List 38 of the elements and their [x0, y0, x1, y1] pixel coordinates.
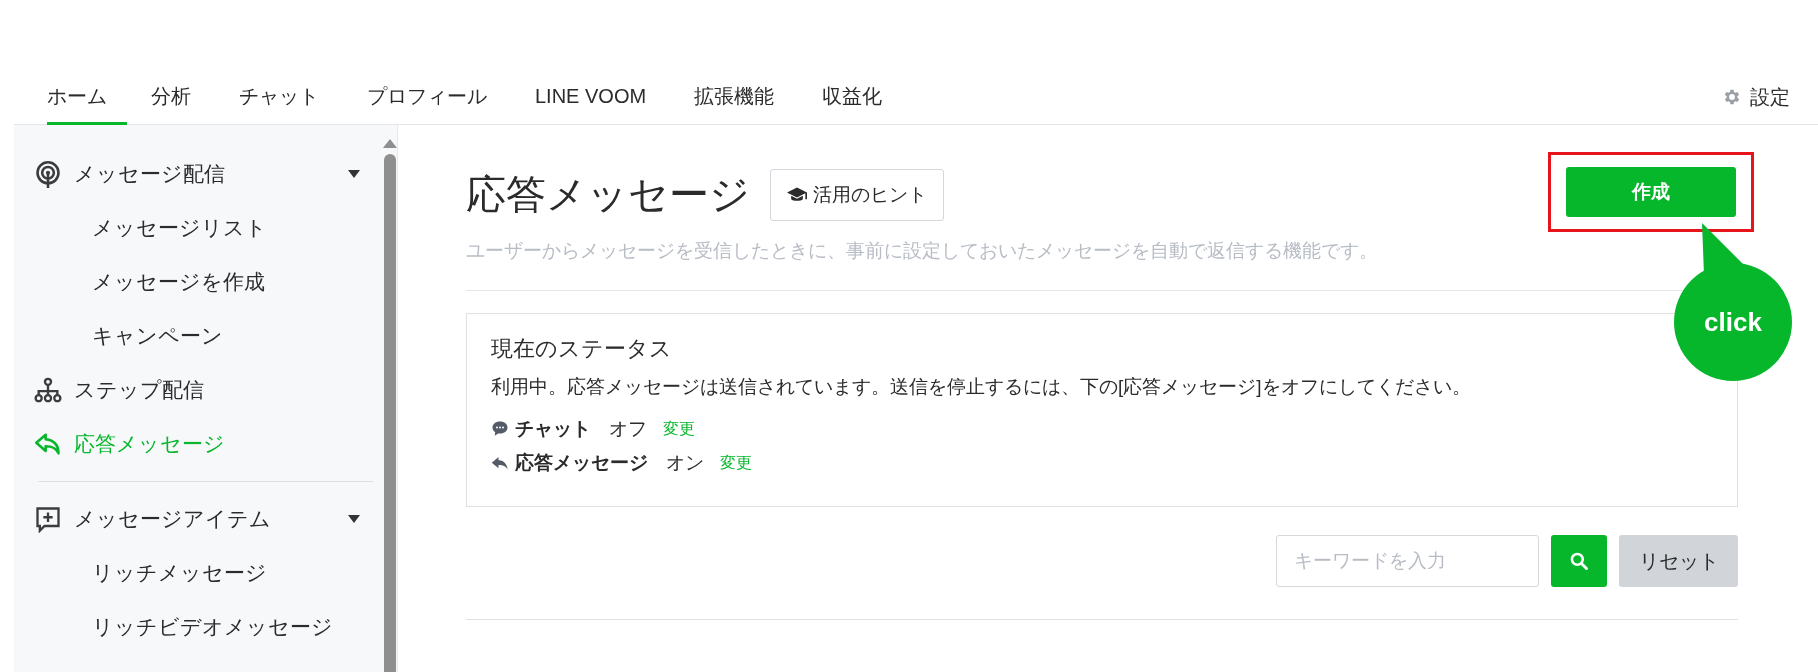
add-message-icon [34, 505, 62, 533]
status-label: チャット [515, 417, 591, 441]
status-text: 利用中。応答メッセージは送信されています。送信を停止するには、下の[応答メッセージ]をオフにしてください。 [491, 375, 1472, 399]
scroll-up-icon [383, 139, 397, 148]
reset-button[interactable]: リセット [1619, 535, 1738, 587]
nav-tab[interactable]: 分析 [127, 70, 215, 125]
nav-tab[interactable]: プロフィール [343, 70, 511, 125]
sidebar-item[interactable]: メッセージ配信 [34, 147, 383, 201]
sidebar-item[interactable]: ステップ配信 [34, 363, 383, 417]
sidebar-subitem[interactable]: リッチビデオメッセージ [34, 600, 383, 654]
sidebar-subitem[interactable]: キャンペーン [34, 309, 383, 363]
nav-tab[interactable]: 拡張機能 [670, 70, 799, 125]
sidebar-subitem[interactable]: メッセージを作成 [34, 255, 383, 309]
status-value: オン [666, 451, 704, 475]
keyword-field[interactable]: キーワードを入力 [1276, 535, 1539, 587]
status-value: オフ [609, 417, 647, 441]
nav-tab[interactable]: チャット [215, 70, 343, 125]
sidebar-subitem[interactable]: リッチメッセージ [34, 546, 383, 600]
click-callout: click [1674, 263, 1792, 381]
sidebar-subitem[interactable]: メッセージリスト [34, 201, 383, 255]
nav-tab[interactable]: LINE VOOM [511, 70, 671, 125]
search-icon [1569, 551, 1589, 571]
sidebar-item[interactable]: メッセージアイテム [34, 492, 383, 546]
scrollbar-thumb[interactable] [384, 154, 396, 672]
broadcast-icon [34, 160, 62, 188]
status-title: 現在のステータス [491, 335, 673, 363]
page-description: ユーザーからメッセージを受信したときに、事前に設定しておいたメッセージを自動で返信する機能です。 [466, 239, 1379, 263]
page-title: 応答メッセージ [466, 171, 750, 218]
status-label: 応答メッセージ [515, 451, 648, 475]
chat-bubble-icon [491, 420, 509, 438]
hint-button[interactable]: 活用のヒント [770, 168, 944, 221]
search-button[interactable] [1551, 535, 1607, 587]
settings-link[interactable]: 設定 [1722, 70, 1790, 124]
hierarchy-icon [34, 376, 62, 404]
reply-arrow-icon [34, 430, 62, 458]
settings-icon [1722, 87, 1742, 107]
graduation-cap-icon [787, 186, 807, 203]
nav-tab[interactable]: 収益化 [798, 70, 907, 125]
